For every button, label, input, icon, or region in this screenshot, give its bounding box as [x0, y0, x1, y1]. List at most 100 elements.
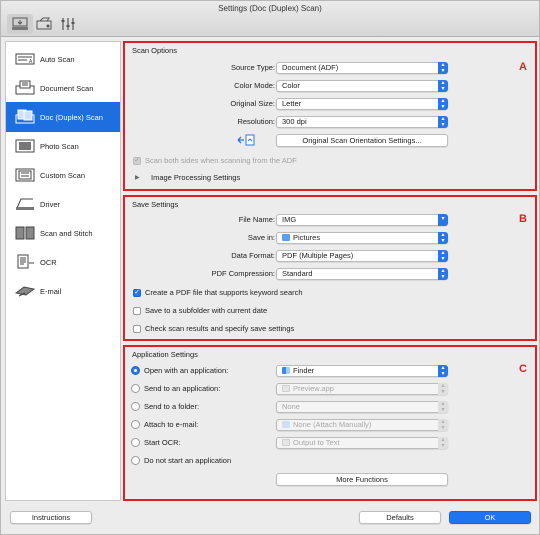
- application-settings-title: Application Settings: [132, 350, 198, 359]
- scan-both-sides-checkbox: ✓ Scan both sides when scanning from the …: [133, 156, 297, 165]
- instructions-button[interactable]: Instructions: [10, 511, 92, 524]
- data-format-label: Data Format:: [231, 251, 275, 260]
- sidebar-item-driver[interactable]: Driver: [6, 189, 120, 219]
- checkbox-box: [133, 324, 141, 333]
- sidebar-item-scan-and-stitch[interactable]: Scan and Stitch: [6, 218, 120, 248]
- send-to-folder-radio[interactable]: Send to a folder:: [131, 402, 199, 411]
- auto-scan-icon: A: [14, 49, 36, 69]
- highlight-tag-c: C: [519, 363, 527, 375]
- sidebar-item-e-mail[interactable]: E-mail: [6, 276, 120, 306]
- start-ocr-label: Start OCR:: [144, 438, 181, 447]
- scan-from-panel-icon[interactable]: [31, 14, 57, 34]
- sidebar-item-label: E-mail: [40, 286, 62, 296]
- defaults-button[interactable]: Defaults: [359, 511, 441, 524]
- radio-dot: [131, 402, 140, 411]
- keyword-search-label: Create a PDF file that supports keyword …: [145, 288, 303, 297]
- custom-scan-icon: [14, 165, 36, 185]
- preview-app-icon: [282, 385, 290, 392]
- folder-icon: [282, 234, 290, 241]
- sidebar-item-doc-duplex-scan[interactable]: Doc (Duplex) Scan: [6, 102, 120, 132]
- select-arrows-icon: ▴ ▾: [438, 232, 448, 244]
- general-settings-icon[interactable]: [55, 14, 81, 34]
- ocr-output-icon: [282, 439, 290, 446]
- radio-dot: [131, 456, 140, 465]
- save-in-select[interactable]: Pictures ▴ ▾: [276, 232, 448, 244]
- attach-to-email-radio[interactable]: Attach to e-mail:: [131, 420, 198, 429]
- select-arrows-icon: ▴ ▾: [438, 80, 448, 92]
- data-format-select[interactable]: PDF (Multiple Pages) ▴ ▾: [276, 250, 448, 262]
- photo-scan-icon: [14, 136, 36, 156]
- more-functions-button[interactable]: More Functions: [276, 473, 448, 486]
- color-mode-label: Color Mode:: [234, 81, 275, 90]
- combo-arrow-icon: ▾: [438, 214, 448, 226]
- file-name-label: File Name:: [238, 215, 275, 224]
- start-ocr-radio[interactable]: Start OCR:: [131, 438, 181, 447]
- radio-dot: [131, 366, 140, 375]
- scan-options-panel: Scan Options A Source Type: Document (AD…: [123, 41, 537, 191]
- title-bar: Settings (Doc (Duplex) Scan): [1, 1, 539, 37]
- sidebar: A Auto Scan Document Scan Doc (Duplex) S…: [5, 41, 121, 501]
- check-scan-results-checkbox[interactable]: Check scan results and specify save sett…: [133, 324, 294, 333]
- radio-dot: [131, 384, 140, 393]
- select-arrows-icon: ▴ ▾: [438, 419, 448, 431]
- sidebar-item-photo-scan[interactable]: Photo Scan: [6, 131, 120, 161]
- original-size-value: Letter: [282, 99, 302, 108]
- driver-icon: [14, 194, 36, 214]
- pdf-compression-label: PDF Compression:: [211, 269, 275, 278]
- open-application-select[interactable]: Finder ▴ ▾: [276, 365, 448, 377]
- send-application-select: Preview.app ▴ ▾: [276, 383, 448, 395]
- attach-email-value: None (Attach Manually): [293, 420, 372, 429]
- subfolder-label: Save to a subfolder with current date: [145, 306, 268, 315]
- original-size-select[interactable]: Letter ▴ ▾: [276, 98, 448, 110]
- sidebar-item-label: Driver: [40, 199, 60, 209]
- sidebar-item-document-scan[interactable]: Document Scan: [6, 73, 120, 103]
- sidebar-item-label: Doc (Duplex) Scan: [40, 112, 103, 122]
- send-application-value: Preview.app: [293, 384, 334, 393]
- sidebar-item-custom-scan[interactable]: Custom Scan: [6, 160, 120, 190]
- keyword-search-checkbox[interactable]: ✓ Create a PDF file that supports keyword…: [133, 288, 303, 297]
- checkbox-box: [133, 306, 141, 315]
- window-title: Settings (Doc (Duplex) Scan): [218, 4, 322, 13]
- radio-dot: [131, 420, 140, 429]
- open-with-application-radio[interactable]: Open with an application:: [131, 366, 228, 375]
- do-not-start-application-radio[interactable]: Do not start an application: [131, 456, 231, 465]
- select-arrows-icon: ▴ ▾: [438, 116, 448, 128]
- image-processing-settings[interactable]: Image Processing Settings: [151, 173, 240, 182]
- send-to-application-radio[interactable]: Send to an application:: [131, 384, 220, 393]
- sidebar-item-label: Auto Scan: [40, 54, 75, 64]
- original-scan-orientation-button[interactable]: Original Scan Orientation Settings...: [276, 134, 448, 147]
- send-folder-value: None: [282, 402, 300, 411]
- sidebar-item-ocr[interactable]: OCR: [6, 247, 120, 277]
- save-in-value: Pictures: [293, 233, 321, 242]
- source-type-select[interactable]: Document (ADF) ▴ ▾: [276, 62, 448, 74]
- ocr-icon: [14, 252, 36, 272]
- select-arrows-icon: ▴ ▾: [438, 401, 448, 413]
- sidebar-item-label: Document Scan: [40, 83, 94, 93]
- data-format-value: PDF (Multiple Pages): [282, 251, 354, 260]
- sidebar-item-label: Scan and Stitch: [40, 228, 93, 238]
- scan-options-title: Scan Options: [132, 46, 178, 55]
- source-type-value: Document (ADF): [282, 63, 339, 72]
- file-name-combo[interactable]: IMG ▾: [276, 214, 448, 226]
- finder-icon: [282, 367, 290, 374]
- sidebar-item-label: OCR: [40, 257, 57, 267]
- color-mode-select[interactable]: Color ▴ ▾: [276, 80, 448, 92]
- sidebar-item-auto-scan[interactable]: A Auto Scan: [6, 44, 120, 74]
- select-arrows-icon: ▴ ▾: [438, 365, 448, 377]
- select-arrows-icon: ▴ ▾: [438, 250, 448, 262]
- select-arrows-icon: ▴ ▾: [438, 383, 448, 395]
- mail-app-icon: [282, 421, 290, 428]
- email-icon: [14, 281, 36, 301]
- pdf-compression-select[interactable]: Standard ▴ ▾: [276, 268, 448, 280]
- open-with-application-label: Open with an application:: [144, 366, 229, 375]
- start-ocr-value: Output to Text: [293, 438, 340, 447]
- subfolder-checkbox[interactable]: Save to a subfolder with current date: [133, 306, 267, 315]
- resolution-select[interactable]: 300 dpi ▴ ▾: [276, 116, 448, 128]
- open-application-value: Finder: [293, 366, 315, 375]
- send-to-application-label: Send to an application:: [144, 384, 221, 393]
- disclosure-triangle-icon[interactable]: ▶: [135, 174, 140, 181]
- ok-button[interactable]: OK: [449, 511, 531, 524]
- checkmark-icon: ✓: [133, 288, 141, 297]
- checkmark-icon: ✓: [133, 156, 141, 165]
- scan-from-computer-icon[interactable]: [7, 14, 33, 34]
